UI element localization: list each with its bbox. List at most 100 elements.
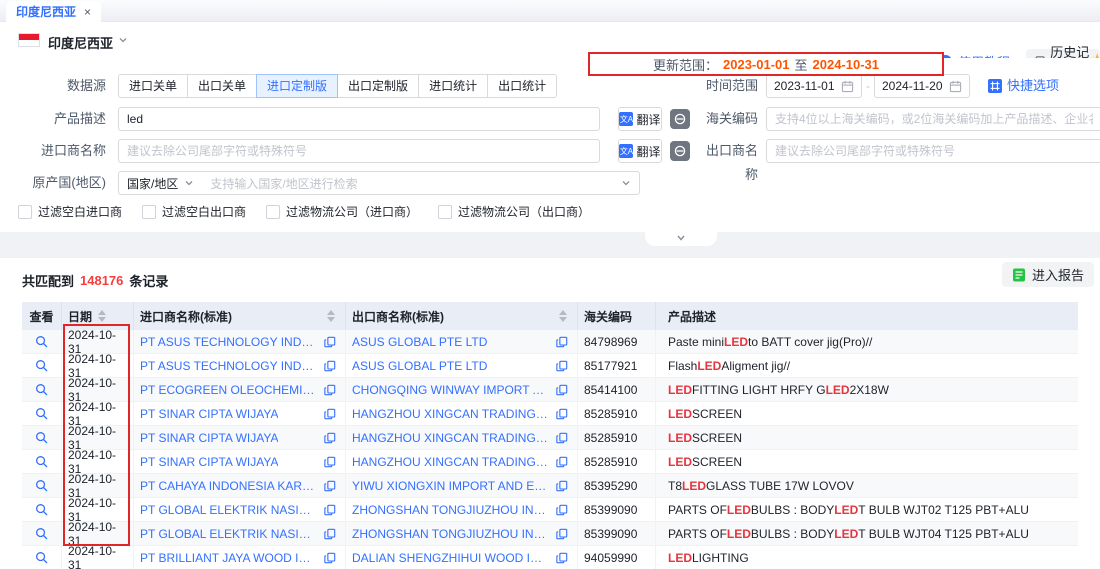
exclude-circle-button[interactable] <box>670 141 690 161</box>
exporter-link[interactable]: HANGZHOU XINGCAN TRADING CO LTD <box>352 455 550 469</box>
translate-button[interactable]: 文A 翻译 <box>618 139 662 163</box>
end-date-input[interactable]: 2024-11-20 <box>874 74 970 98</box>
checkbox-icon[interactable] <box>438 205 452 219</box>
exporter-link[interactable]: ZHONGSHAN TONGJIUZHOU INTERNA... <box>352 527 550 541</box>
datasource-tab[interactable]: 进口定制版 <box>256 74 338 98</box>
importer-link[interactable]: PT GLOBAL ELEKTRIK NASIONAL <box>140 527 318 541</box>
close-icon[interactable]: × <box>84 5 91 19</box>
copy-icon[interactable] <box>556 480 568 492</box>
copy-icon[interactable] <box>556 456 568 468</box>
copy-icon[interactable] <box>324 480 336 492</box>
filter-checkbox[interactable]: 过滤物流公司（进口商） <box>266 203 418 220</box>
exporter-link[interactable]: ASUS GLOBAL PTE LTD <box>352 335 487 349</box>
datasource-label: 数据源 <box>0 74 112 98</box>
exporter-input[interactable] <box>766 139 1100 163</box>
magnifier-icon <box>35 407 48 420</box>
view-button[interactable] <box>22 522 62 545</box>
chevron-down-icon <box>621 178 631 188</box>
copy-icon[interactable] <box>556 528 568 540</box>
importer-input[interactable] <box>118 139 600 163</box>
copy-icon[interactable] <box>556 552 568 564</box>
filter-checkbox[interactable]: 过滤空白进口商 <box>18 203 122 220</box>
exporter-link[interactable]: ZHONGSHAN TONGJIUZHOU INTERNA... <box>352 503 550 517</box>
copy-icon[interactable] <box>556 336 568 348</box>
importer-cell: PT BRILLIANT JAYA WOOD INDUSTRY <box>134 546 346 569</box>
importer-link[interactable]: PT CAHAYA INDONESIA KARGO <box>140 479 318 493</box>
checkbox-icon[interactable] <box>266 205 280 219</box>
copy-icon[interactable] <box>324 432 336 444</box>
copy-icon[interactable] <box>324 360 336 372</box>
browser-tab[interactable]: 印度尼西亚 × <box>6 1 101 22</box>
enter-report-button[interactable]: 进入报告 <box>1002 262 1094 287</box>
filter-checkbox[interactable]: 过滤空白出口商 <box>142 203 246 220</box>
quick-options-link[interactable]: 快捷选项 <box>988 74 1059 98</box>
column-header-label: 查看 <box>29 308 53 325</box>
view-button[interactable] <box>22 354 62 377</box>
collapse-panel-toggle[interactable] <box>645 232 717 246</box>
column-header[interactable]: 日期 <box>62 302 134 330</box>
origin-country-control[interactable]: 国家/地区 支持输入国家/地区进行检索 <box>118 171 640 195</box>
view-button[interactable] <box>22 378 62 401</box>
copy-icon[interactable] <box>556 432 568 444</box>
start-date-input[interactable]: 2023-11-01 <box>766 74 862 98</box>
copy-icon[interactable] <box>324 504 336 516</box>
view-button[interactable] <box>22 402 62 425</box>
sort-icon[interactable] <box>98 310 106 322</box>
checkbox-icon[interactable] <box>142 205 156 219</box>
datasource-tab[interactable]: 进口关单 <box>118 74 188 98</box>
importer-link[interactable]: PT ASUS TECHNOLOGY INDONESIA BA... <box>140 335 318 349</box>
translate-button[interactable]: 文A 翻译 <box>618 107 662 131</box>
exporter-link[interactable]: ASUS GLOBAL PTE LTD <box>352 359 487 373</box>
hs-code-cell: 85399090 <box>578 498 656 521</box>
exclude-circle-button[interactable] <box>670 109 690 129</box>
copy-icon[interactable] <box>556 360 568 372</box>
copy-icon[interactable] <box>324 408 336 420</box>
importer-link[interactable]: PT SINAR CIPTA WIJAYA <box>140 455 278 469</box>
view-button[interactable] <box>22 498 62 521</box>
sort-icon[interactable] <box>559 310 567 322</box>
datasource-tab[interactable]: 进口统计 <box>418 74 488 98</box>
importer-link[interactable]: PT SINAR CIPTA WIJAYA <box>140 407 278 421</box>
exporter-link[interactable]: CHONGQING WINWAY IMPORT AND E... <box>352 383 550 397</box>
importer-link[interactable]: PT GLOBAL ELEKTRIK NASIONAL <box>140 503 318 517</box>
copy-icon[interactable] <box>324 552 336 564</box>
importer-link[interactable]: PT SINAR CIPTA WIJAYA <box>140 431 278 445</box>
copy-icon[interactable] <box>556 408 568 420</box>
copy-icon[interactable] <box>324 384 336 396</box>
view-button[interactable] <box>22 546 62 569</box>
copy-icon[interactable] <box>556 504 568 516</box>
importer-link[interactable]: PT BRILLIANT JAYA WOOD INDUSTRY <box>140 551 318 565</box>
datasource-tab[interactable]: 出口统计 <box>487 74 557 98</box>
hs-code-input[interactable] <box>766 107 1100 131</box>
exporter-link[interactable]: HANGZHOU XINGCAN TRADING CO LTD <box>352 431 550 445</box>
column-header[interactable]: 出口商名称(标准) <box>346 302 578 330</box>
view-button[interactable] <box>22 474 62 497</box>
product-desc-input[interactable] <box>118 107 600 131</box>
exporter-link[interactable]: HANGZHOU XINGCAN TRADING CO LTD <box>352 407 550 421</box>
product-desc-cell: LED LIGHTING <box>656 546 1078 569</box>
exporter-cell: HANGZHOU XINGCAN TRADING CO LTD <box>346 450 578 473</box>
highlighted-term: LED <box>727 527 751 541</box>
exporter-cell: CHONGQING WINWAY IMPORT AND E... <box>346 378 578 401</box>
copy-icon[interactable] <box>324 528 336 540</box>
view-button[interactable] <box>22 330 62 353</box>
column-header[interactable]: 进口商名称(标准) <box>134 302 346 330</box>
view-button[interactable] <box>22 426 62 449</box>
chevron-down-icon[interactable] <box>118 35 128 45</box>
sort-icon[interactable] <box>327 310 335 322</box>
copy-icon[interactable] <box>324 456 336 468</box>
filter-checkboxes: 过滤空白进口商 过滤空白出口商 过滤物流公司（进口商） 过滤物流公司（出口商） <box>18 203 590 220</box>
copy-icon[interactable] <box>556 384 568 396</box>
filter-checkbox[interactable]: 过滤物流公司（出口商） <box>438 203 590 220</box>
exporter-link[interactable]: DALIAN SHENGZHIHUI WOOD INDUST... <box>352 551 550 565</box>
importer-cell: PT CAHAYA INDONESIA KARGO <box>134 474 346 497</box>
datasource-tab[interactable]: 出口关单 <box>187 74 257 98</box>
view-button[interactable] <box>22 450 62 473</box>
datasource-tab[interactable]: 出口定制版 <box>337 74 419 98</box>
importer-link[interactable]: PT ASUS TECHNOLOGY INDONESIA BA... <box>140 359 318 373</box>
checkbox-icon[interactable] <box>18 205 32 219</box>
exporter-link[interactable]: YIWU XIONGXIN IMPORT AND EXPORT... <box>352 479 550 493</box>
copy-icon[interactable] <box>324 336 336 348</box>
importer-link[interactable]: PT ECOGREEN OLEOCHEMICALS <box>140 383 318 397</box>
origin-country-select[interactable]: 国家/地区 <box>127 175 194 192</box>
